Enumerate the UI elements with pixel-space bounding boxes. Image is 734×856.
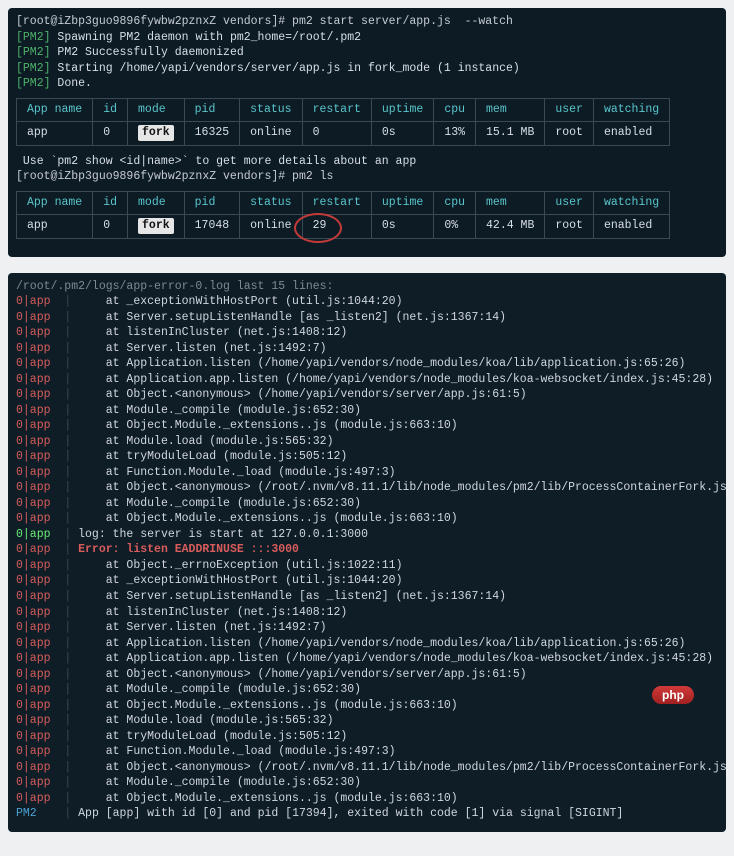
log-line: 0|app | at Server.listen (net.js:1492:7) (16, 620, 718, 636)
pm2-table-2: App nameidmodepidstatusrestartuptimecpum… (16, 191, 670, 239)
shell-prompt-1: [root@iZbp3guo9896fywbw2pznxZ vendors]# … (16, 14, 718, 30)
table-row: app 0 fork 16325 online 0 0s 13% 15.1 MB… (17, 122, 670, 146)
log-line: 0|app | at Module._compile (module.js:65… (16, 496, 718, 512)
log-line: 0|app | at Application.app.listen (/home… (16, 372, 718, 388)
log-line: 0|app | at Object.<anonymous> (/root/.nv… (16, 480, 718, 496)
log-line: 0|app | at listenInCluster (net.js:1408:… (16, 605, 718, 621)
log-header: /root/.pm2/logs/app-error-0.log last 15 … (16, 279, 718, 295)
log-line: 0|app | at Module._compile (module.js:65… (16, 682, 718, 698)
log-line: PM2 | App [app] with id [0] and pid [173… (16, 806, 718, 822)
log-line: 0|app | at _exceptionWithHostPort (util.… (16, 294, 718, 310)
log-line: 0|app | at tryModuleLoad (module.js:505:… (16, 449, 718, 465)
log-line: 0|app | at Module.load (module.js:565:32… (16, 713, 718, 729)
pm2-line: [PM2] Spawning PM2 daemon with pm2_home=… (16, 30, 718, 46)
log-line: 0|app | at Module._compile (module.js:65… (16, 403, 718, 419)
pm2-line: [PM2] PM2 Successfully daemonized (16, 45, 718, 61)
log-line: 0|app | at Function.Module._load (module… (16, 465, 718, 481)
log-line: 0|app | at Object.<anonymous> (/home/yap… (16, 667, 718, 683)
terminal-log: /root/.pm2/logs/app-error-0.log last 15 … (8, 273, 726, 832)
log-line: 0|app | at Application.app.listen (/home… (16, 651, 718, 667)
table-header-row: App nameidmodepidstatusrestartuptimecpum… (17, 98, 670, 122)
pm2-hint: Use `pm2 show <id|name>` to get more det… (16, 154, 718, 170)
log-line: 0|app | at Server.setupListenHandle [as … (16, 589, 718, 605)
log-line: 0|app | at Application.listen (/home/yap… (16, 636, 718, 652)
mode-badge: fork (138, 218, 174, 234)
pm2-line: [PM2] Starting /home/yapi/vendors/server… (16, 61, 718, 77)
log-line: 0|app | at Object._errnoException (util.… (16, 558, 718, 574)
log-line: 0|app | at tryModuleLoad (module.js:505:… (16, 729, 718, 745)
table-header-row: App nameidmodepidstatusrestartuptimecpum… (17, 191, 670, 215)
pm2-table-1: App nameidmodepidstatusrestartuptimecpum… (16, 98, 670, 146)
mode-badge: fork (138, 125, 174, 141)
log-error-line: 0|app | Error: listen EADDRINUSE :::3000 (16, 542, 718, 558)
log-line: 0|app | at Object.Module._extensions..js… (16, 418, 718, 434)
table-row: app 0 fork 17048 online 29 0s 0% 42.4 MB… (17, 215, 670, 239)
log-line: 0|app | at Application.listen (/home/yap… (16, 356, 718, 372)
log-line: 0|app | at Object.Module._extensions..js… (16, 698, 718, 714)
php-watermark: php (652, 686, 694, 704)
log-line: 0|app | at listenInCluster (net.js:1408:… (16, 325, 718, 341)
terminal-top: [root@iZbp3guo9896fywbw2pznxZ vendors]# … (8, 8, 726, 257)
log-line: 0|app | at Object.Module._extensions..js… (16, 791, 718, 807)
log-line: 0|app | at Object.Module._extensions..js… (16, 511, 718, 527)
log-line: 0|app | at Module.load (module.js:565:32… (16, 434, 718, 450)
log-line: 0|app | at Function.Module._load (module… (16, 744, 718, 760)
log-line: 0|app | at Module._compile (module.js:65… (16, 775, 718, 791)
log-line: 0|app | at Server.setupListenHandle [as … (16, 310, 718, 326)
log-line: 0|app | at Server.listen (net.js:1492:7) (16, 341, 718, 357)
shell-prompt-2: [root@iZbp3guo9896fywbw2pznxZ vendors]# … (16, 169, 718, 185)
log-line: 0|app | at _exceptionWithHostPort (util.… (16, 573, 718, 589)
log-line: 0|app | log: the server is start at 127.… (16, 527, 718, 543)
log-line: 0|app | at Object.<anonymous> (/root/.nv… (16, 760, 718, 776)
pm2-line: [PM2] Done. (16, 76, 718, 92)
log-line: 0|app | at Object.<anonymous> (/home/yap… (16, 387, 718, 403)
